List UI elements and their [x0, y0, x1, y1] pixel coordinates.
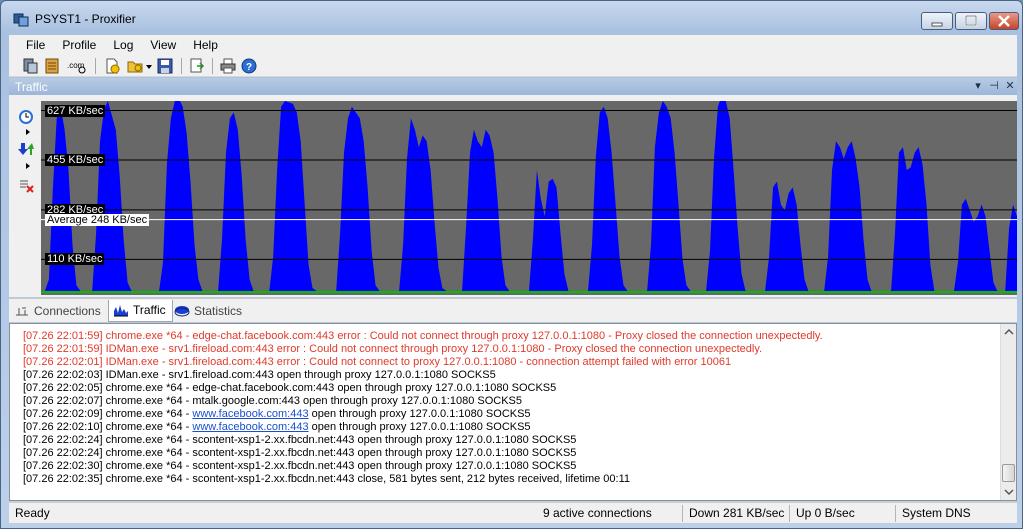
status-ready: Ready	[15, 506, 50, 520]
scroll-down-icon[interactable]	[1001, 484, 1017, 500]
window-title: PSYST1 - Proxifier	[35, 12, 136, 26]
minimize-icon	[931, 22, 943, 27]
open-profile-icon[interactable]	[127, 58, 143, 74]
log-line: [07.26 22:02:05] chrome.exe *64 - edge-c…	[23, 382, 557, 394]
tab-connections-label: Connections	[34, 304, 101, 318]
log-line: [07.26 22:02:01] IDMan.exe - srv1.firelo…	[23, 356, 732, 368]
statistics-icon	[174, 306, 190, 317]
log-line: [07.26 22:02:09] chrome.exe *64 - www.fa…	[23, 408, 1003, 421]
status-active-connections: 9 active connections	[543, 506, 652, 520]
traffic-pane-header: Traffic ▾ ⊣ ✕	[9, 78, 1017, 95]
menu-bar: File Profile Log View Help	[9, 35, 1017, 55]
svg-text:?: ?	[246, 62, 252, 73]
gridline-label-627: 627 KB/sec	[45, 104, 106, 117]
gridline-label-455: 455 KB/sec	[45, 154, 106, 166]
log-line-text: [07.26 22:02:10] chrome.exe *64 -	[23, 421, 193, 433]
maximize-icon	[965, 15, 977, 26]
toolbar: .com ?	[9, 55, 1017, 77]
close-button[interactable]	[989, 12, 1019, 30]
bottom-tabs: Connections Traffic Statistics	[9, 298, 1017, 322]
tab-statistics-label: Statistics	[194, 304, 243, 318]
toolbar-separator	[181, 58, 182, 74]
proxifier-window: PSYST1 - Proxifier File Profile Log View…	[0, 0, 1023, 529]
log-line-text: open through proxy 127.0.0.1:1080 SOCKS5	[308, 408, 531, 420]
export-icon[interactable]	[189, 58, 205, 74]
log-line: [07.26 22:01:59] IDMan.exe - srv1.firelo…	[23, 343, 763, 355]
proxifier-app-icon	[13, 13, 29, 27]
log-line: [07.26 22:02:03] IDMan.exe - srv1.firelo…	[23, 369, 496, 381]
traffic-area	[41, 101, 1017, 291]
connections-icon	[16, 307, 28, 316]
status-separator	[789, 505, 790, 522]
status-up-rate: Up 0 B/sec	[796, 506, 855, 520]
print-icon[interactable]	[220, 58, 236, 74]
log-lines: [07.26 22:01:59] chrome.exe *64 - edge-c…	[23, 330, 1003, 486]
close-icon	[998, 15, 1010, 27]
log-line: [07.26 22:02:24] chrome.exe *64 - sconte…	[23, 447, 577, 459]
traffic-pane: 627 KB/sec 455 KB/sec 282 KB/sec 110 KB/…	[9, 95, 1017, 297]
log-line: [07.26 22:02:10] chrome.exe *64 - www.fa…	[23, 421, 1003, 434]
toolbar-separator	[212, 58, 213, 74]
maximize-button[interactable]	[955, 12, 987, 30]
log-line-text: [07.26 22:02:09] chrome.exe *64 -	[23, 408, 193, 420]
average-label: Average 248 KB/sec	[45, 213, 150, 226]
svg-text:.com: .com	[67, 61, 85, 70]
tab-connections[interactable]: Connections	[9, 300, 108, 322]
scroll-up-icon[interactable]	[1001, 324, 1017, 340]
traffic-chart: 627 KB/sec 455 KB/sec 282 KB/sec 110 KB/…	[41, 101, 1017, 295]
menu-view[interactable]: View	[141, 38, 184, 52]
traffic-pane-title: Traffic	[15, 80, 48, 94]
traffic-chart-svg	[41, 101, 1017, 293]
minimize-button[interactable]	[921, 12, 953, 30]
proxification-rules-icon[interactable]	[44, 58, 60, 74]
menu-log[interactable]: Log	[104, 38, 141, 52]
refresh-rate-icon[interactable]	[18, 109, 34, 125]
traffic-side-toolbar	[9, 95, 41, 297]
menu-file[interactable]: File	[17, 38, 53, 52]
status-dns: System DNS	[902, 506, 971, 520]
menu-help[interactable]: Help	[184, 38, 226, 52]
tab-traffic[interactable]: Traffic	[108, 300, 173, 322]
status-down-rate: Down 281 KB/sec	[689, 506, 785, 520]
status-separator	[895, 505, 896, 522]
status-separator	[682, 505, 683, 522]
log-line: [07.26 22:01:59] chrome.exe *64 - edge-c…	[23, 330, 823, 342]
gridline-label-110: 110 KB/sec	[45, 253, 105, 266]
log-line: [07.26 22:02:24] chrome.exe *64 - sconte…	[23, 434, 577, 446]
pane-menu-icon[interactable]: ▾	[971, 79, 985, 93]
title-bar[interactable]: PSYST1 - Proxifier	[1, 1, 1022, 35]
log-link[interactable]: www.facebook.com:443	[192, 408, 308, 420]
proxy-servers-icon[interactable]	[22, 58, 38, 74]
log-line: [07.26 22:02:30] chrome.exe *64 - sconte…	[23, 460, 577, 472]
tab-traffic-label: Traffic	[133, 303, 166, 317]
new-profile-icon[interactable]	[104, 58, 120, 74]
log-scrollbar[interactable]	[1000, 324, 1016, 500]
scroll-thumb[interactable]	[1002, 464, 1015, 482]
pane-close-icon[interactable]: ✕	[1003, 79, 1017, 93]
menu-profile[interactable]: Profile	[53, 38, 104, 52]
log-link[interactable]: www.facebook.com:443	[192, 421, 308, 433]
status-bar: Ready 9 active connections Down 281 KB/s…	[9, 502, 1017, 523]
tab-statistics[interactable]: Statistics	[169, 300, 249, 322]
log-line-text: open through proxy 127.0.0.1:1080 SOCKS5	[308, 421, 531, 433]
help-icon[interactable]: ?	[241, 58, 257, 74]
toolbar-separator	[95, 58, 96, 74]
log-line: [07.26 22:02:35] chrome.exe *64 - sconte…	[23, 473, 630, 485]
traffic-direction-icon[interactable]	[18, 141, 34, 157]
save-profile-icon[interactable]	[157, 58, 173, 74]
log-line: [07.26 22:02:07] chrome.exe *64 - mtalk.…	[23, 395, 522, 407]
name-resolution-icon[interactable]: .com	[66, 58, 88, 74]
traffic-direction-dropdown-icon[interactable]	[26, 163, 30, 169]
open-profile-dropdown-icon[interactable]	[145, 58, 153, 74]
clear-traffic-icon[interactable]	[18, 177, 34, 193]
traffic-icon	[114, 305, 128, 317]
log-panel[interactable]: [07.26 22:01:59] chrome.exe *64 - edge-c…	[9, 323, 1017, 501]
refresh-rate-dropdown-icon[interactable]	[26, 129, 30, 135]
pane-pin-icon[interactable]: ⊣	[987, 79, 1001, 93]
